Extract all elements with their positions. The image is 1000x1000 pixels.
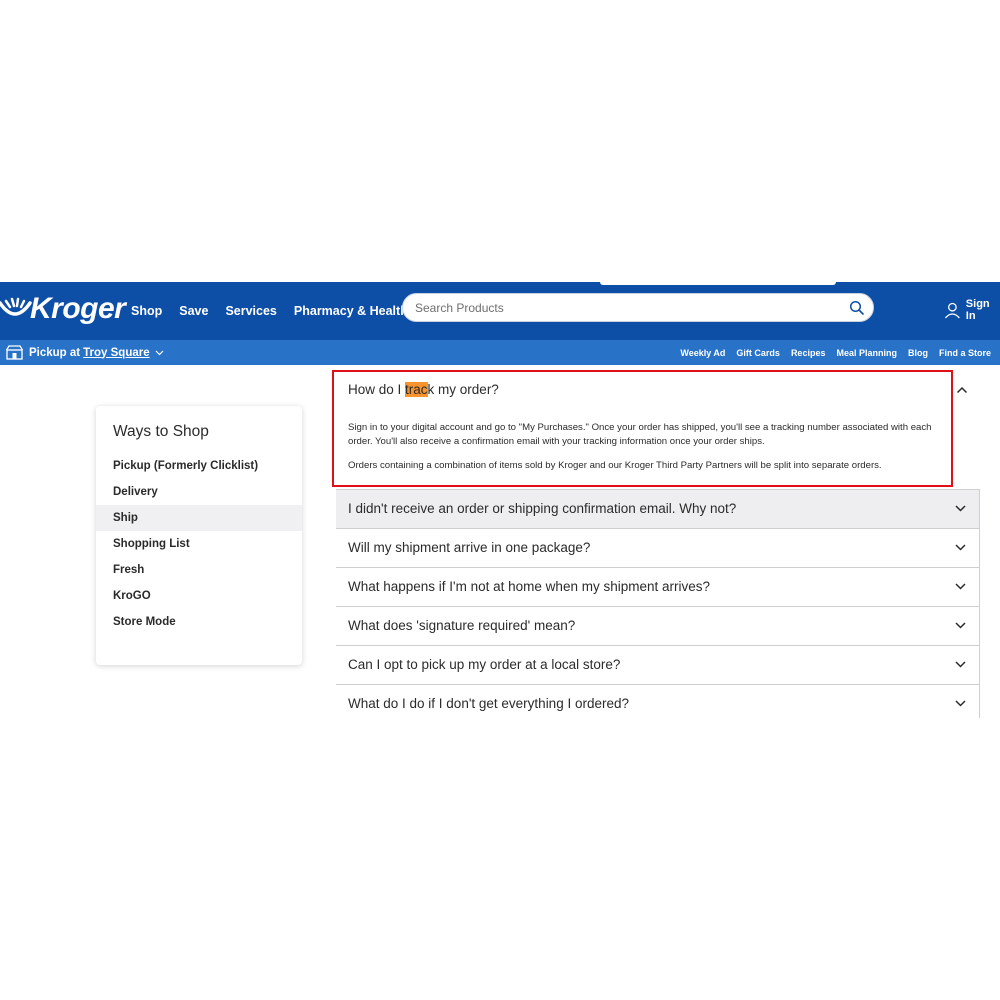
faq-item-expanded[interactable]: How do I track my order? Sign in to your… bbox=[332, 370, 980, 489]
search-icon[interactable] bbox=[849, 300, 865, 316]
faq-question: How do I track my order? bbox=[348, 382, 499, 397]
answer-paragraph: Orders containing a combination of items… bbox=[348, 460, 882, 471]
nav-shop[interactable]: Shop bbox=[131, 304, 162, 318]
divider bbox=[979, 646, 980, 684]
faq-item[interactable]: Will my shipment arrive in one package? bbox=[336, 528, 980, 567]
sidebar-item-store-mode[interactable]: Store Mode bbox=[96, 609, 302, 635]
faq-item[interactable]: What do I do if I don't get everything I… bbox=[336, 684, 980, 718]
sidebar-item-shopping-list[interactable]: Shopping List bbox=[96, 531, 302, 557]
faq-item[interactable]: I didn't receive an order or shipping co… bbox=[336, 489, 980, 528]
faq-item[interactable]: What happens if I'm not at home when my … bbox=[336, 567, 980, 606]
link-recipes[interactable]: Recipes bbox=[791, 348, 826, 358]
faq-question: I didn't receive an order or shipping co… bbox=[348, 501, 737, 516]
search-highlight: trac bbox=[405, 382, 428, 397]
faq-item[interactable]: What does 'signature required' mean? bbox=[336, 606, 980, 645]
nav-save[interactable]: Save bbox=[179, 304, 208, 318]
sidebar-item-pickup[interactable]: Pickup (Formerly Clicklist) bbox=[96, 453, 302, 479]
sidebar-item-fresh[interactable]: Fresh bbox=[96, 557, 302, 583]
divider bbox=[979, 685, 980, 718]
pickup-store-selector[interactable]: Pickup at Troy Square bbox=[6, 340, 164, 365]
divider bbox=[979, 490, 980, 528]
chevron-down-icon bbox=[955, 544, 966, 551]
divider bbox=[979, 568, 980, 606]
pickup-prefix: Pickup at bbox=[29, 346, 81, 359]
user-icon bbox=[944, 302, 960, 319]
sidebar-list: Pickup (Formerly Clicklist) Delivery Shi… bbox=[96, 453, 302, 635]
question-part: How do I bbox=[348, 382, 406, 397]
link-find-a-store[interactable]: Find a Store bbox=[939, 348, 991, 358]
search-input[interactable] bbox=[415, 294, 835, 321]
faq-question: What happens if I'm not at home when my … bbox=[348, 579, 710, 594]
sidebar-item-krogo[interactable]: KroGO bbox=[96, 583, 302, 609]
top-strip bbox=[600, 282, 836, 285]
link-weekly-ad[interactable]: Weekly Ad bbox=[680, 348, 725, 358]
logo-smile-icon bbox=[0, 297, 32, 316]
faq-question: What does 'signature required' mean? bbox=[348, 618, 576, 633]
chevron-up-icon[interactable] bbox=[956, 386, 968, 394]
nav-pharmacy-health[interactable]: Pharmacy & Health bbox=[294, 304, 408, 318]
sidebar-title: Ways to Shop bbox=[113, 423, 209, 440]
faq-question: What do I do if I don't get everything I… bbox=[348, 696, 629, 711]
search-box bbox=[402, 293, 874, 322]
store-bar: Pickup at Troy Square Weekly Ad Gift Car… bbox=[0, 340, 1000, 365]
chevron-down-icon bbox=[155, 350, 164, 356]
logo-text: Kroger bbox=[30, 292, 126, 325]
faq-question: Will my shipment arrive in one package? bbox=[348, 540, 591, 555]
kroger-page: Kroger Shop Save Services Pharmacy & Hea… bbox=[0, 282, 1000, 718]
utility-links: Weekly Ad Gift Cards Recipes Meal Planni… bbox=[669, 340, 991, 365]
sign-in-button[interactable]: Sign In bbox=[944, 298, 1000, 322]
link-blog[interactable]: Blog bbox=[908, 348, 928, 358]
faq-question: Can I opt to pick up my order at a local… bbox=[348, 657, 621, 672]
faq-accordion: How do I track my order? Sign in to your… bbox=[332, 370, 980, 718]
pickup-store-name[interactable]: Troy Square bbox=[83, 347, 149, 359]
chevron-down-icon bbox=[955, 505, 966, 512]
sign-in-label: Sign In bbox=[965, 298, 990, 322]
header: Kroger Shop Save Services Pharmacy & Hea… bbox=[0, 282, 1000, 340]
faq-answer: Sign in to your digital account and go t… bbox=[348, 421, 948, 473]
divider bbox=[979, 529, 980, 567]
chevron-down-icon bbox=[955, 583, 966, 590]
link-gift-cards[interactable]: Gift Cards bbox=[736, 348, 780, 358]
kroger-logo[interactable]: Kroger bbox=[0, 291, 126, 331]
answer-paragraph: Sign in to your digital account and go t… bbox=[348, 422, 932, 447]
chevron-down-icon bbox=[955, 661, 966, 668]
main-nav: Shop Save Services Pharmacy & Health bbox=[131, 282, 425, 340]
question-part: k my order? bbox=[427, 382, 499, 397]
chevron-down-icon bbox=[955, 622, 966, 629]
faq-item[interactable]: Can I opt to pick up my order at a local… bbox=[336, 645, 980, 684]
ways-to-shop-card: Ways to Shop Pickup (Formerly Clicklist)… bbox=[96, 406, 302, 665]
link-meal-planning[interactable]: Meal Planning bbox=[836, 348, 897, 358]
chevron-down-icon bbox=[955, 700, 966, 707]
nav-services[interactable]: Services bbox=[225, 304, 276, 318]
divider bbox=[979, 607, 980, 645]
sidebar-item-ship[interactable]: Ship bbox=[96, 505, 302, 531]
store-icon bbox=[6, 345, 23, 360]
sidebar-item-delivery[interactable]: Delivery bbox=[96, 479, 302, 505]
